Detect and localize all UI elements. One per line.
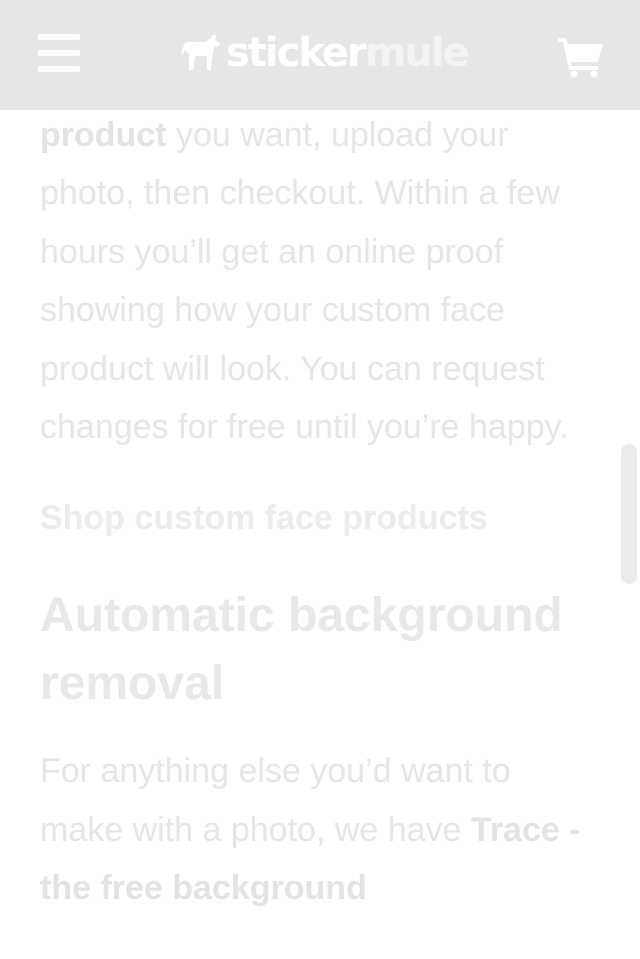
scrollbar-thumb[interactable]: [621, 444, 637, 584]
section-heading: Automatic background removal: [40, 589, 563, 711]
product-bold-text: product: [40, 116, 167, 154]
shopping-cart-icon[interactable]: [556, 34, 606, 78]
site-logo[interactable]: stickermule: [180, 28, 470, 78]
page: stickermule product you want, upload you…: [0, 0, 640, 959]
logo-word-mule: mule: [364, 30, 470, 76]
article-content: product you want, upload your photo, the…: [40, 106, 600, 918]
intro-paragraph-text: you want, upload your photo, then checko…: [40, 116, 569, 447]
shop-custom-face-products-link[interactable]: Shop custom face products: [40, 498, 600, 538]
background-removal-text: For anything else you’d want to make wit…: [40, 752, 511, 849]
hamburger-menu-icon[interactable]: [36, 32, 82, 74]
logo-word-sticker: sticker: [226, 30, 367, 76]
mule-logo-icon: [181, 35, 220, 70]
intro-paragraph: product you want, upload your photo, the…: [40, 106, 600, 456]
logo-wordmark: stickermule: [226, 28, 470, 78]
background-removal-paragraph: For anything else you’d want to make wit…: [40, 742, 600, 917]
top-nav-bar: stickermule: [0, 0, 640, 110]
